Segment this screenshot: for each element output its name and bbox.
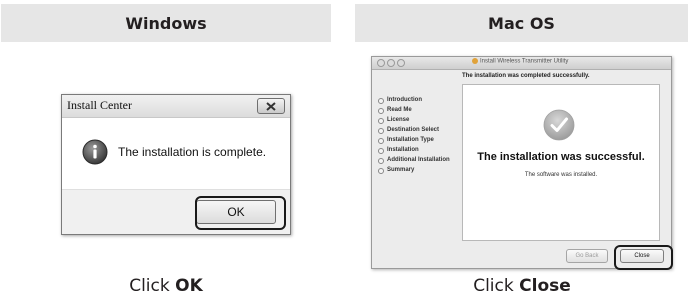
success-heading: The installation was successful.	[477, 151, 645, 163]
go-back-button[interactable]: Go Back	[566, 249, 608, 263]
close-button-highlight	[614, 245, 673, 270]
mac-window-title-text: Install Wireless Transmitter Utility	[480, 58, 569, 65]
step-item: Installation	[378, 147, 464, 154]
step-label: License	[387, 117, 410, 123]
step-label: Introduction	[387, 97, 422, 103]
mac-column-header: Mac OS	[355, 4, 688, 42]
installer-icon	[472, 58, 478, 64]
step-bullet-icon	[378, 128, 384, 134]
step-label: Installation	[387, 147, 419, 153]
windows-header-label: Windows	[125, 13, 207, 33]
step-bullet-icon	[378, 158, 384, 164]
step-item: Introduction	[378, 97, 464, 104]
step-item: Summary	[378, 167, 464, 174]
step-label: Read Me	[387, 107, 412, 113]
installed-text: The software was installed.	[524, 172, 598, 178]
windows-caption-action: OK	[175, 276, 203, 296]
step-item: Installation Type	[378, 137, 464, 144]
mac-window-title: Install Wireless Transmitter Utility	[472, 58, 568, 65]
step-item: Additional Installation	[378, 157, 464, 164]
zoom-window-dot[interactable]	[397, 59, 405, 67]
step-item: License	[378, 117, 464, 124]
step-bullet-icon	[378, 148, 384, 154]
step-item: Destination Select	[378, 127, 464, 134]
mac-installer-window: Install Wireless Transmitter Utility The…	[371, 56, 672, 269]
installer-steps-list: Introduction Read Me License Destination…	[378, 97, 464, 177]
mac-caption: Click Close	[442, 276, 602, 296]
windows-column-header: Windows	[1, 4, 331, 42]
step-label: Destination Select	[387, 127, 440, 133]
step-bullet-icon	[378, 138, 384, 144]
windows-caption: Click OK	[116, 276, 216, 296]
mac-subtitle: The installation was completed successfu…	[462, 73, 590, 79]
step-item: Read Me	[378, 107, 464, 114]
dialog-title: Install Center	[67, 98, 132, 112]
dialog-message: The installation is complete.	[118, 145, 267, 159]
step-label: Installation Type	[387, 137, 434, 143]
minimize-window-dot[interactable]	[387, 59, 395, 67]
checkmark-icon	[543, 109, 575, 141]
dialog-close-button[interactable]	[257, 98, 285, 114]
installer-content-pane: The installation was successful. The sof…	[462, 84, 660, 241]
close-icon	[266, 101, 276, 111]
windows-caption-prefix: Click	[129, 276, 176, 296]
step-label: Summary	[387, 167, 415, 173]
step-label: Additional Installation	[387, 157, 450, 163]
step-bullet-icon	[378, 98, 384, 104]
step-bullet-icon	[378, 118, 384, 124]
mac-caption-action: Close	[519, 276, 571, 296]
ok-button-highlight	[195, 196, 286, 230]
mac-titlebar: Install Wireless Transmitter Utility	[372, 57, 671, 70]
mac-caption-prefix: Click	[473, 276, 520, 296]
step-bullet-icon	[378, 108, 384, 114]
dialog-titlebar: Install Center	[62, 95, 290, 118]
info-icon	[82, 139, 108, 165]
mac-header-label: Mac OS	[488, 13, 555, 33]
step-bullet-icon	[378, 168, 384, 174]
close-window-dot[interactable]	[377, 59, 385, 67]
